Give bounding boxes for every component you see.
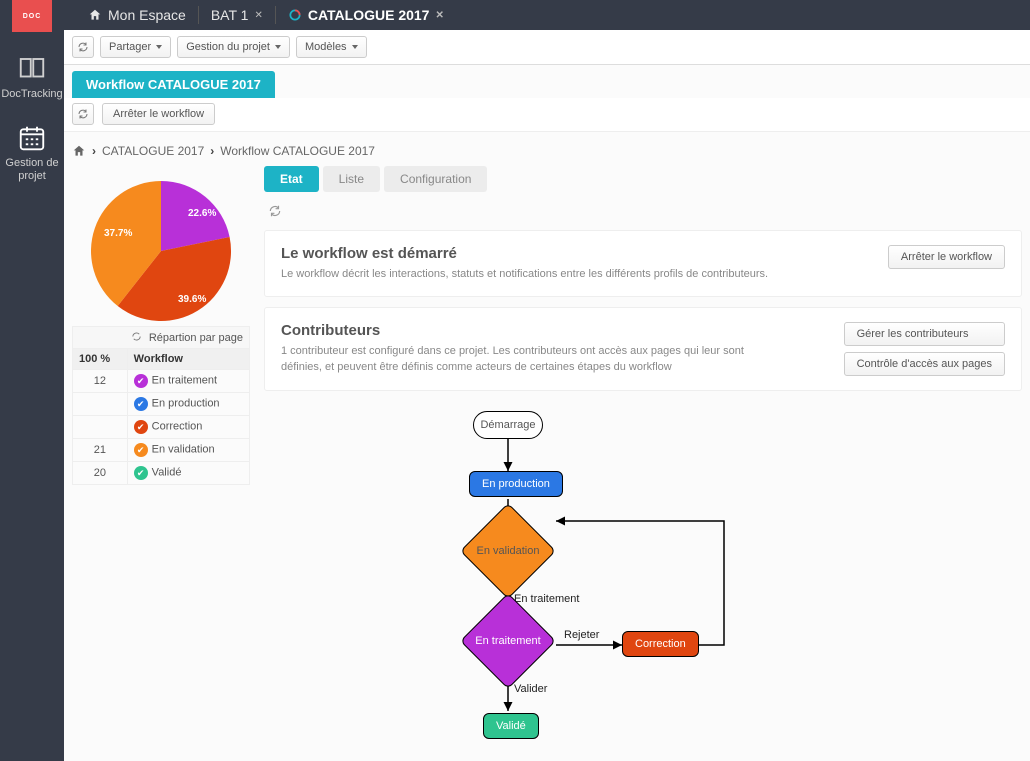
edge-label: En traitement [514,593,579,605]
tab-home[interactable]: Mon Espace [76,6,199,24]
status-dot: ✔ [134,443,148,457]
tab-config[interactable]: Configuration [384,166,487,192]
chevron: › [92,144,96,158]
status-dot: ✔ [134,374,148,388]
node-traitement: En traitement [460,611,556,671]
pie-chart: 22.6% 39.6% 37.7% [72,166,250,326]
chevron-down-icon [275,45,281,49]
col-percent: 100 % [73,349,128,370]
workflow-toolbar: Arrêter le workflow [64,98,1030,132]
project-dropdown[interactable]: Gestion du projet [177,36,290,58]
col-workflow: Workflow [127,349,249,370]
page-access-button[interactable]: Contrôle d'accès aux pages [844,352,1005,376]
node-correction: Correction [622,631,699,657]
columns-icon [17,54,47,84]
table-row: ✔Correction [73,416,250,439]
ring-icon [288,8,302,22]
repartition-label: Répartion par page [149,332,243,344]
state-tabs: Etat Liste Configuration [264,166,1022,192]
pie-slice-label: 37.7% [104,228,132,239]
node-valide: Validé [483,713,539,739]
tab-label: BAT 1 [211,7,249,23]
workflow-card: Le workflow est démarré Le workflow décr… [264,230,1022,297]
refresh-button[interactable] [72,36,94,58]
left-rail: DOC DocTracking Gestion de projet [0,0,64,761]
node-validation: En validation [460,521,556,581]
manage-contributors-button[interactable]: Gérer les contributeurs [844,322,1005,346]
home-icon [72,144,86,158]
refresh-icon [77,41,89,53]
refresh-icon [268,204,282,218]
status-dot: ✔ [134,420,148,434]
status-dot: ✔ [134,466,148,480]
card-text: 1 contributeur est configuré dans ce pro… [281,343,781,375]
table-row: 20✔Validé [73,462,250,485]
node-start: Démarrage [473,411,543,439]
rail-gestion[interactable]: Gestion de projet [0,123,64,183]
logo: DOC [12,0,52,32]
rail-label: Gestion de projet [0,157,64,183]
share-dropdown[interactable]: Partager [100,36,171,58]
rail-label: DocTracking [1,88,62,101]
table-row: ✔En production [73,393,250,416]
chevron-down-icon [156,45,162,49]
tab-label: CATALOGUE 2017 [308,7,430,23]
home-icon [88,8,102,22]
refresh-button[interactable] [264,200,286,222]
table-row: 21✔En validation [73,439,250,462]
status-dot: ✔ [134,397,148,411]
card-title: Contributeurs [281,322,781,339]
tab-label: Mon Espace [108,7,186,23]
tab-bat1[interactable]: BAT 1 ✕ [199,6,276,24]
edge-label: Valider [514,683,547,695]
workflow-tab[interactable]: Workflow CATALOGUE 2017 [72,71,275,98]
node-production: En production [469,471,563,497]
close-icon[interactable]: ✕ [435,10,443,21]
pie-slice-label: 22.6% [188,208,216,219]
pie-slice-label: 39.6% [178,294,206,305]
calendar-icon [17,123,47,153]
workflow-tab-strip: Workflow CATALOGUE 2017 [64,65,1030,98]
tab-liste[interactable]: Liste [323,166,380,192]
crumb-2: Workflow CATALOGUE 2017 [220,144,375,158]
card-title: Le workflow est démarré [281,245,768,262]
contributors-card: Contributeurs 1 contributeur est configu… [264,307,1022,391]
tab-etat[interactable]: Etat [264,166,319,192]
refresh-icon[interactable] [131,331,142,342]
edge-label: Rejeter [564,629,599,641]
table-row: 12✔En traitement [73,370,250,393]
rail-doctracking[interactable]: DocTracking [1,54,62,101]
close-icon[interactable]: ✕ [254,10,262,21]
stop-workflow-button[interactable]: Arrêter le workflow [888,245,1005,269]
models-dropdown[interactable]: Modèles [296,36,367,58]
stop-workflow-button[interactable]: Arrêter le workflow [102,103,215,125]
topbar: Mon Espace BAT 1 ✕ CATALOGUE 2017 ✕ [64,0,1030,30]
tab-catalogue[interactable]: CATALOGUE 2017 ✕ [276,6,456,24]
workflow-diagram: Démarrage En production En validation En… [264,401,1022,761]
sub-toolbar: Partager Gestion du projet Modèles [64,30,1030,64]
diagram-edges [264,401,964,761]
refresh-icon [77,108,89,120]
chevron: › [210,144,214,158]
crumb-1[interactable]: CATALOGUE 2017 [102,144,204,158]
status-table: Répartion par page 100 %Workflow 12✔En t… [72,326,250,485]
breadcrumb: › CATALOGUE 2017 › Workflow CATALOGUE 20… [64,132,1030,166]
card-text: Le workflow décrit les interactions, sta… [281,266,768,282]
refresh-button[interactable] [72,103,94,125]
chevron-down-icon [352,45,358,49]
